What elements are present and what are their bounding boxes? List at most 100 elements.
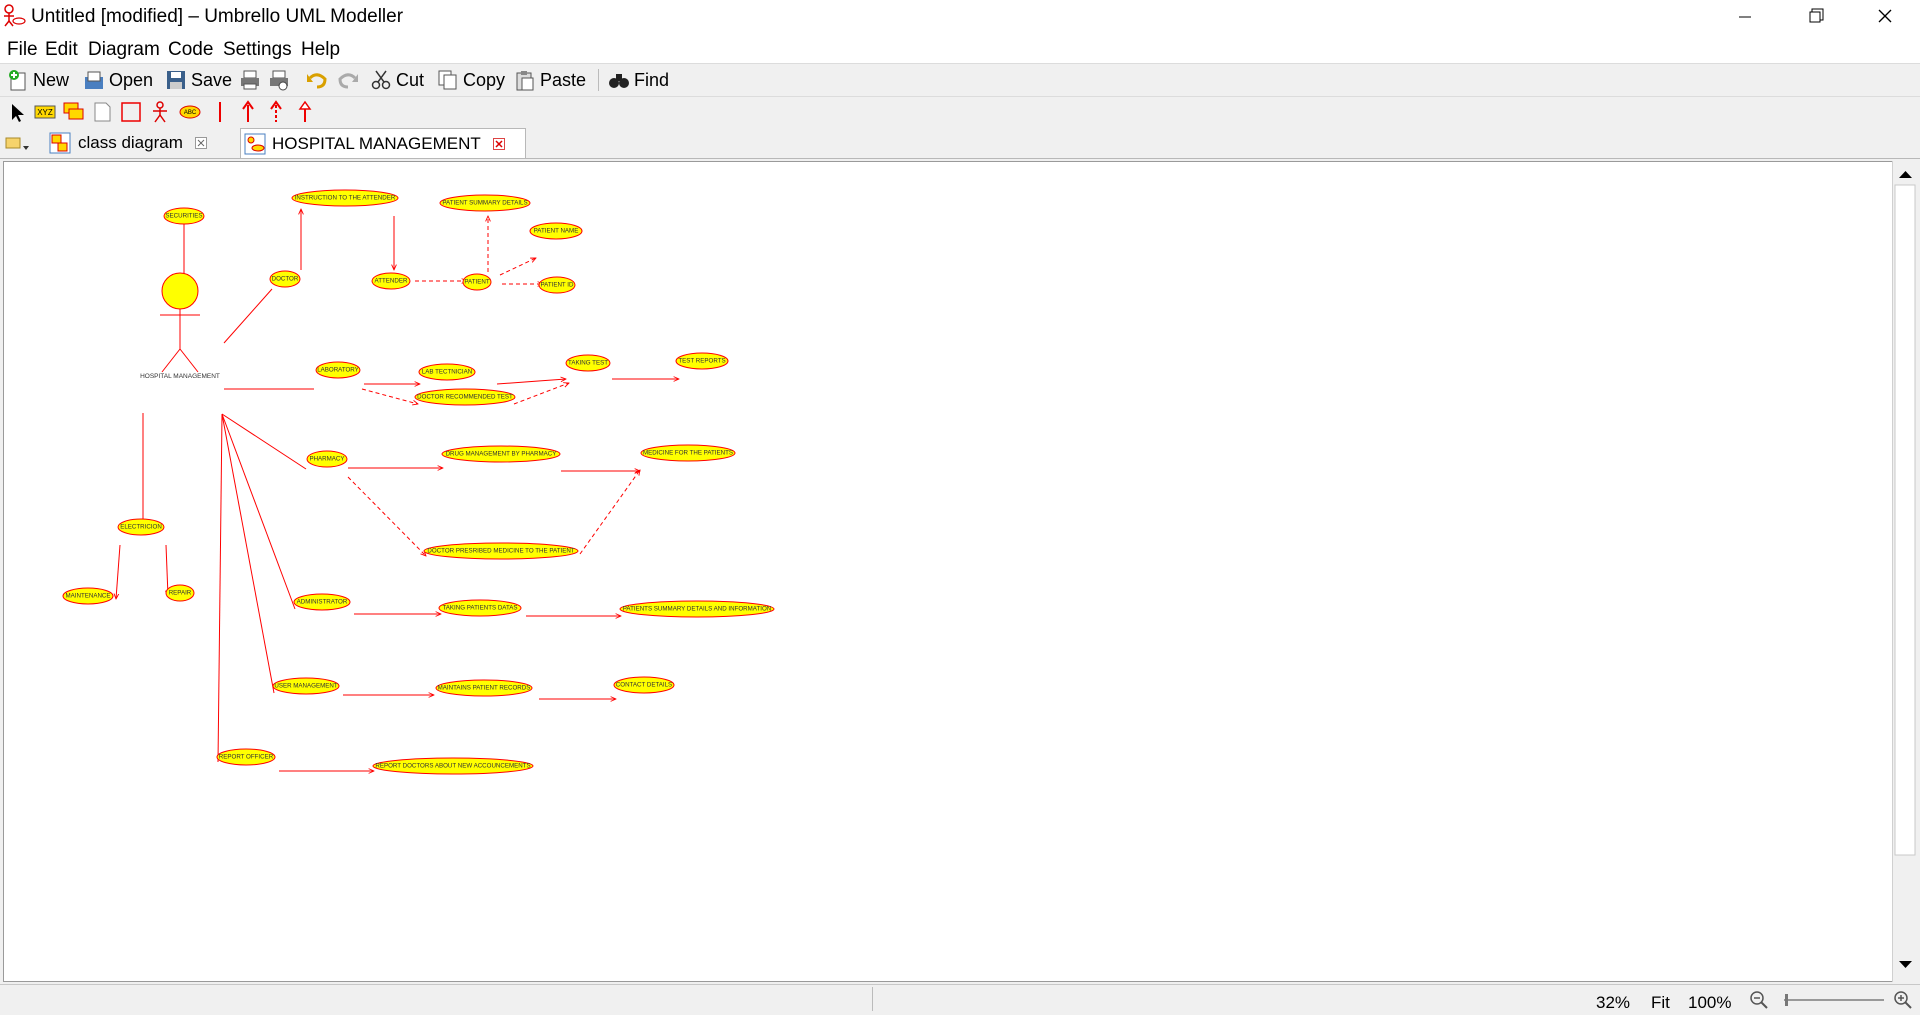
copy-button[interactable]: Copy — [437, 68, 505, 92]
select-arrow-tool[interactable] — [6, 100, 30, 124]
usecase-ellipse[interactable]: DRUG MANAGEMENT BY PHARMACY — [441, 445, 561, 463]
open-button[interactable]: Open — [83, 68, 153, 92]
dependency-line[interactable] — [579, 470, 640, 555]
menu-settings[interactable]: Settings — [223, 39, 292, 61]
box-tool[interactable] — [119, 100, 143, 124]
zoom-fit-button[interactable]: Fit — [1651, 993, 1670, 1013]
new-diagram-dropdown[interactable] — [4, 128, 30, 157]
paste-button[interactable]: Paste — [514, 68, 586, 92]
association-line[interactable] — [221, 413, 275, 694]
association-line[interactable] — [221, 413, 296, 610]
usecase-ellipse[interactable]: ATTENDER — [371, 272, 411, 290]
diagram-canvas[interactable]: HOSPITAL MANAGEMENT INSTRUCTION TO THE A… — [3, 161, 1894, 982]
tab-hospital-management-label: HOSPITAL MANAGEMENT — [272, 133, 481, 153]
usecase-label: PATIENTS SUMMARY DETAILS AND INFORMATION — [623, 606, 772, 613]
usecase-ellipse[interactable]: LABORATORY — [315, 361, 361, 379]
tab-hospital-management[interactable]: HOSPITAL MANAGEMENT — [240, 128, 526, 158]
association-line[interactable] — [496, 379, 566, 385]
zoom-percent: 32% — [1596, 993, 1631, 1012]
directional-association-tool[interactable] — [236, 100, 260, 124]
diagram-toolbar: XYZ ABC — [0, 97, 1920, 126]
dependency-line[interactable] — [499, 258, 536, 276]
usecase-ellipse[interactable]: PATIENTS SUMMARY DETAILS AND INFORMATION — [619, 600, 775, 618]
association-line[interactable] — [221, 413, 307, 470]
vertical-scrollbar[interactable] — [1892, 161, 1918, 982]
menu-help[interactable]: Help — [301, 39, 340, 61]
usecase-ellipse[interactable]: DOCTOR RECOMMENDED TEST — [414, 388, 516, 406]
status-divider — [872, 987, 873, 1011]
new-label: New — [33, 69, 70, 90]
usecase-ellipse[interactable]: SECURITIES — [163, 207, 205, 225]
usecase-ellipse[interactable]: TAKING TEST — [565, 354, 611, 372]
usecase-label: PHARMACY — [309, 456, 344, 463]
undo-button[interactable] — [305, 68, 333, 92]
scrollbar-thumb[interactable] — [1894, 184, 1916, 856]
close-window-button[interactable] — [1850, 0, 1920, 36]
dependency-line[interactable] — [347, 476, 426, 556]
dependency-tool[interactable] — [264, 100, 288, 124]
association-line[interactable] — [166, 544, 168, 596]
usecase-ellipse[interactable]: REPORT OFFICER — [216, 748, 276, 766]
usecase-ellipse[interactable]: ELECTRICION — [117, 518, 165, 536]
usecase-ellipse[interactable]: DOCTOR — [269, 270, 301, 288]
usecase-ellipse[interactable]: PATIENT — [462, 273, 492, 291]
actor-hospital-management[interactable]: HOSPITAL MANAGEMENT — [140, 272, 220, 380]
zoom-slider-handle[interactable] — [1785, 994, 1788, 1006]
redo-button[interactable] — [336, 68, 364, 92]
restore-button[interactable] — [1780, 0, 1850, 36]
usecase-ellipse[interactable]: USER MANAGEMENT — [272, 677, 340, 695]
minimize-button[interactable] — [1710, 0, 1780, 36]
usecase-ellipse[interactable]: TEST REPORTS — [675, 352, 729, 370]
scroll-up-arrow-icon[interactable] — [1899, 171, 1912, 178]
usecase-ellipse[interactable]: ADMINISTRATOR — [293, 593, 351, 611]
usecase-ellipse[interactable]: DOCTOR PRESRIBED MEDICINE TO THE PATIENT — [423, 542, 579, 560]
usecase-ellipse[interactable]: REPAIR — [165, 584, 195, 602]
menu-edit[interactable]: Edit — [45, 39, 78, 61]
menu-code[interactable]: Code — [168, 39, 213, 61]
usecase-ellipse[interactable]: PATIENT NAME — [529, 222, 583, 240]
usecase-ellipse[interactable]: MEDICINE FOR THE PATIENTS — [640, 444, 736, 462]
multi-object-tool[interactable] — [62, 100, 86, 124]
note-tool[interactable] — [90, 100, 114, 124]
usecase-ellipse[interactable]: LAB TECTNICIAN — [418, 363, 476, 381]
dependency-line[interactable] — [361, 388, 418, 404]
usecase-tool[interactable]: ABC — [178, 100, 202, 124]
menu-diagram[interactable]: Diagram — [88, 39, 160, 61]
actor-tool[interactable] — [148, 100, 172, 124]
usecase-ellipse[interactable]: MAINTENANCE — [62, 587, 114, 605]
usecase-label: DOCTOR PRESRIBED MEDICINE TO THE PATIENT — [427, 548, 574, 555]
save-button[interactable]: Save — [165, 68, 232, 92]
usecase-diagram[interactable]: HOSPITAL MANAGEMENT INSTRUCTION TO THE A… — [4, 162, 1893, 981]
usecase-ellipse[interactable]: PHARMACY — [306, 450, 348, 468]
print-button[interactable] — [239, 68, 265, 92]
menu-file[interactable]: File — [7, 39, 38, 61]
usecase-ellipse[interactable]: MAINTAINS PATIENT RECORDS — [435, 679, 533, 697]
print-preview-button[interactable] — [268, 68, 294, 92]
zoom-slider[interactable] — [1784, 999, 1884, 1001]
usecase-ellipse[interactable]: CONTACT DETAILS — [613, 676, 675, 694]
dependency-line[interactable] — [513, 383, 569, 405]
association-tool[interactable] — [208, 100, 232, 124]
association-line[interactable] — [223, 288, 273, 344]
object-tool[interactable]: XYZ — [33, 100, 57, 124]
binoculars-icon — [609, 74, 629, 88]
usecase-ellipse[interactable]: PATIENT SUMMARY DETAILS — [439, 194, 531, 212]
usecase-ellipse[interactable]: TAKING PATIENTS DATAS — [438, 599, 522, 617]
usecase-ellipse[interactable]: PATIENT ID — [538, 276, 576, 294]
new-button[interactable]: New — [7, 68, 69, 92]
cut-button[interactable]: Cut — [370, 68, 424, 92]
zoom-out-icon[interactable] — [1748, 989, 1770, 1011]
find-button[interactable]: Find — [608, 68, 669, 92]
association-line[interactable] — [116, 544, 121, 599]
usecase-label: LAB TECTNICIAN — [422, 369, 472, 376]
scroll-down-arrow-icon[interactable] — [1899, 961, 1912, 968]
zoom-100-button[interactable]: 100% — [1688, 993, 1731, 1013]
close-tab-icon[interactable] — [492, 137, 505, 150]
generalization-tool[interactable] — [293, 100, 317, 124]
usecase-ellipse[interactable]: REPORT DOCTORS ABOUT NEW ACCOUNCEMENTS — [372, 757, 534, 775]
close-tab-icon[interactable] — [194, 136, 207, 149]
zoom-in-icon[interactable] — [1892, 989, 1914, 1011]
association-line[interactable] — [217, 413, 223, 763]
usecase-ellipse[interactable]: INSTRUCTION TO THE ATTENDER — [291, 189, 399, 207]
tab-class-diagram[interactable]: class diagram — [44, 128, 217, 157]
